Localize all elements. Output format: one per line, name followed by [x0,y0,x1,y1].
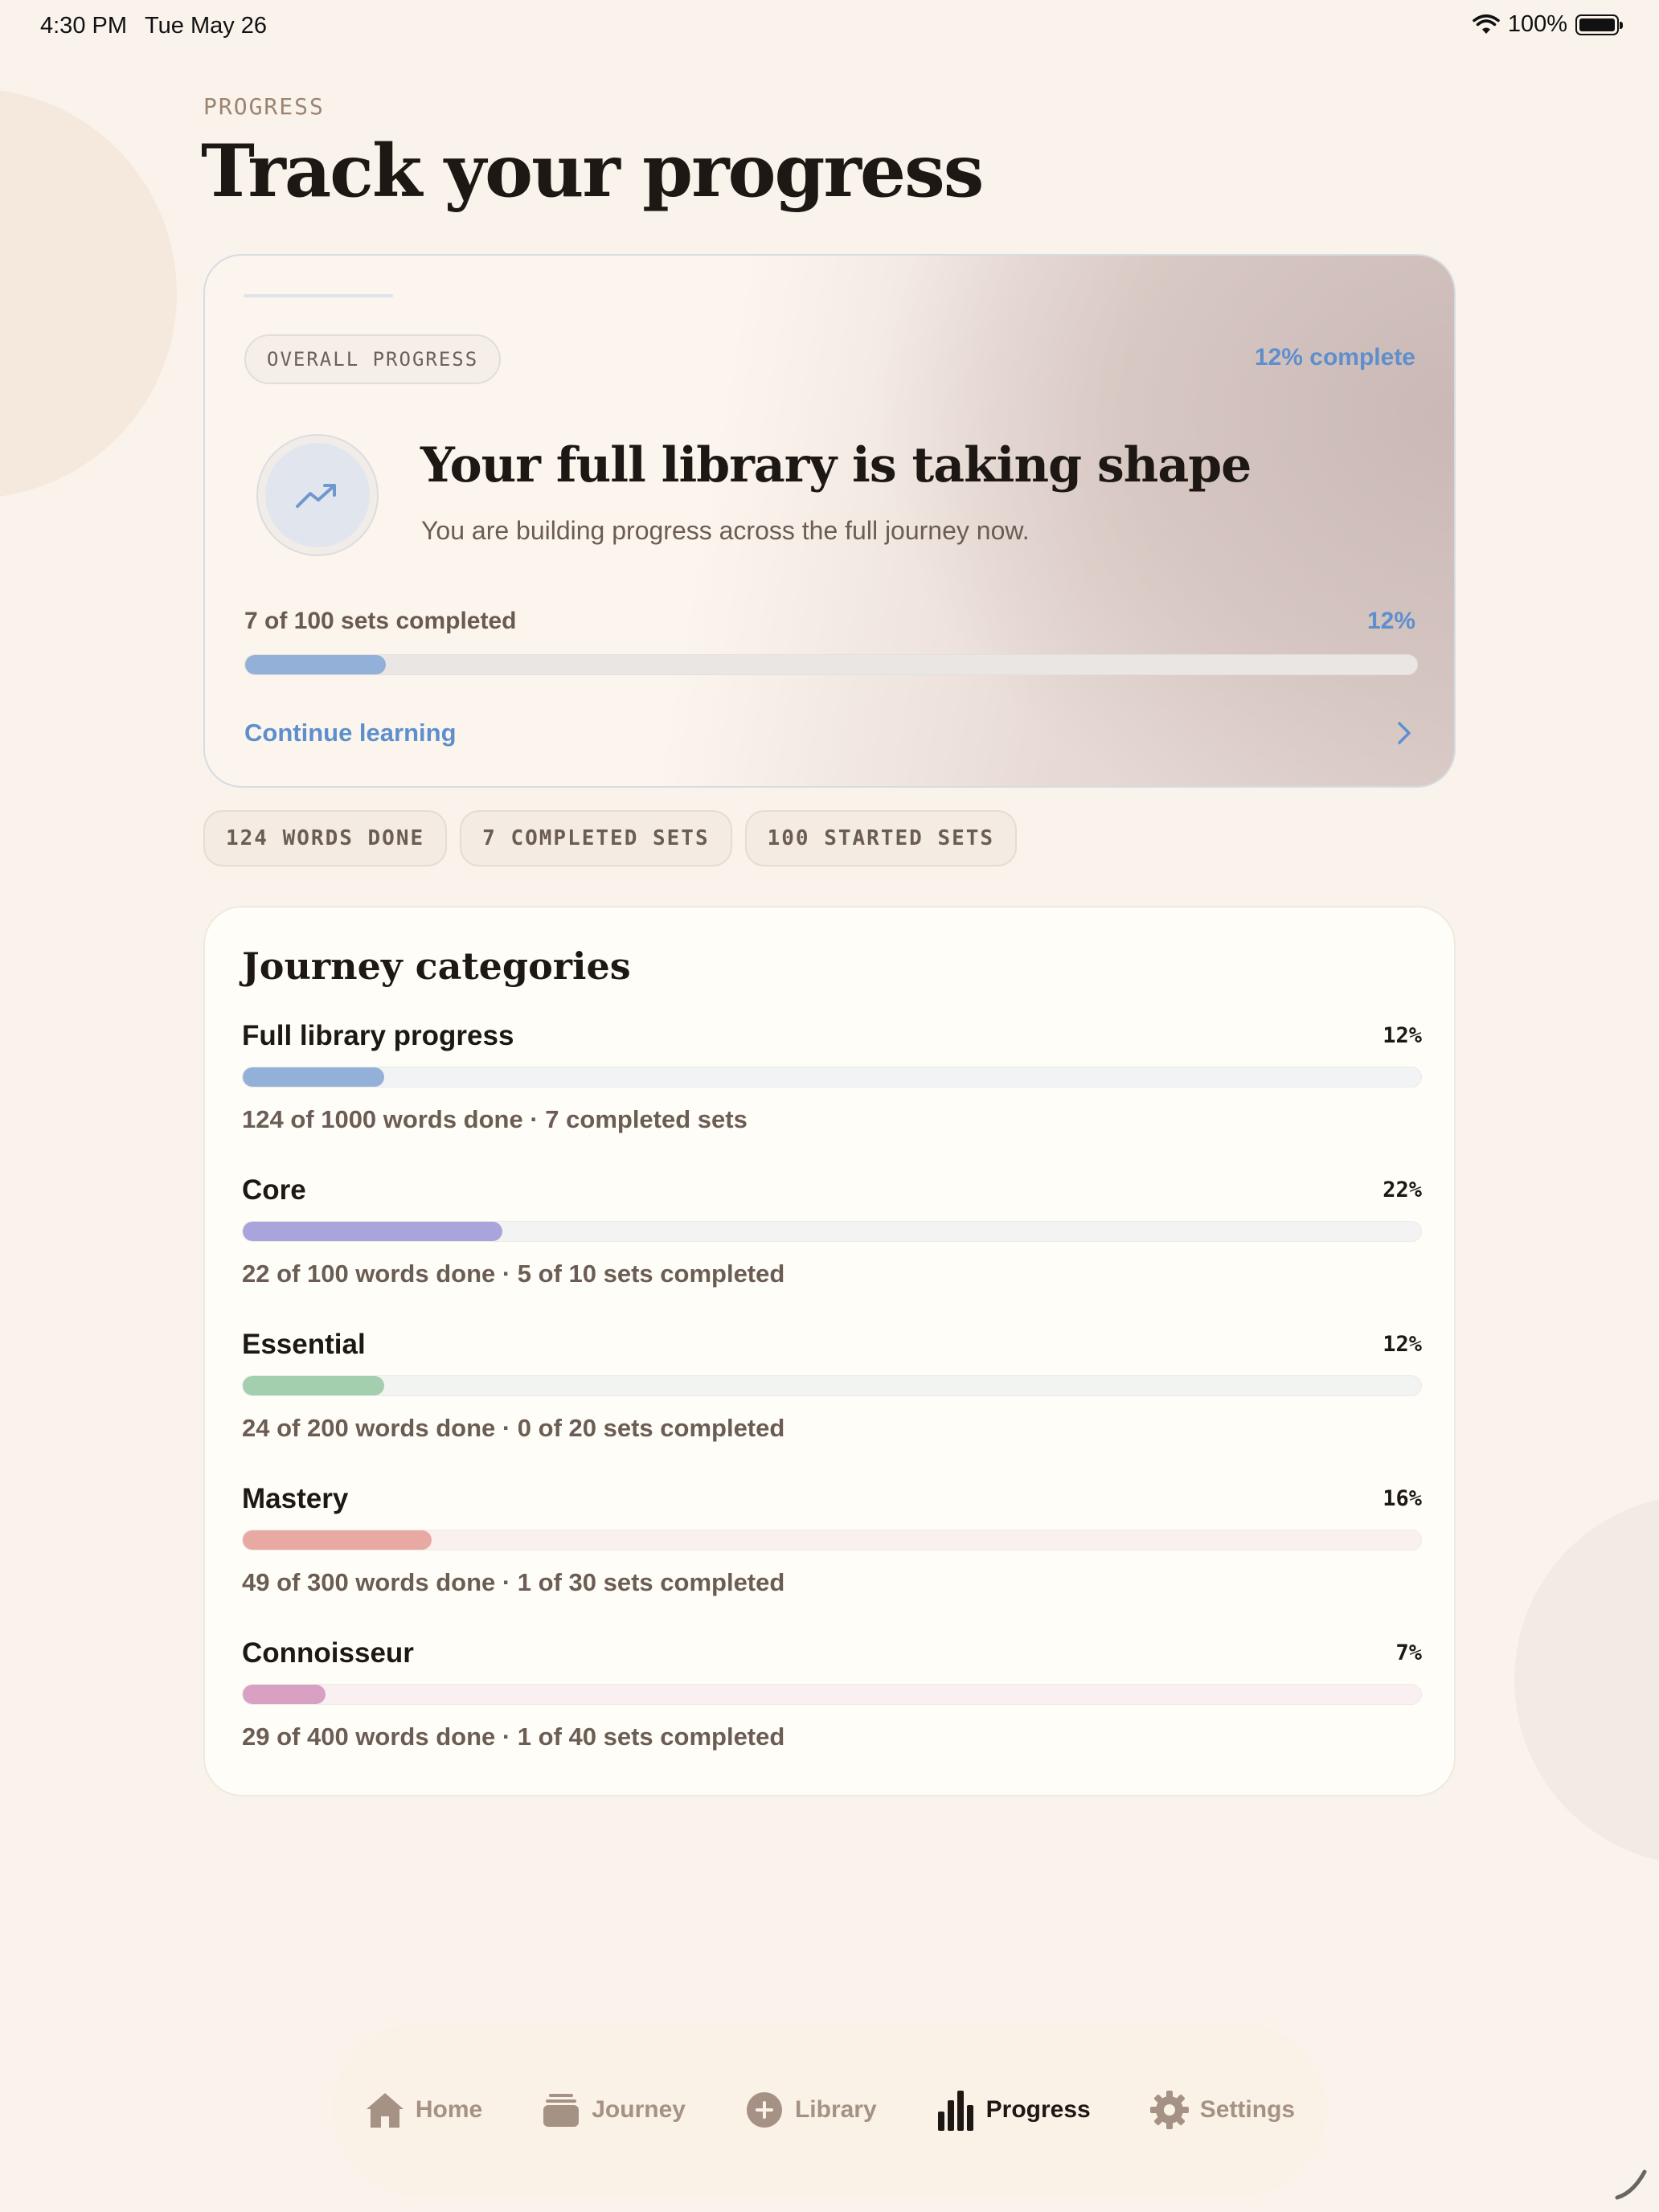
category-percent: 16% [1382,1486,1422,1511]
gear-icon [1149,2089,1190,2131]
section-eyebrow: PROGRESS [203,93,325,120]
category-progress-fill [243,1685,326,1704]
trending-up-icon [296,484,336,508]
category-progress-fill [243,1067,384,1087]
category-name: Full library progress [242,1020,514,1051]
category-progress-fill [243,1222,502,1241]
progress-screen: 4:30 PM Tue May 26 100% PROGRESS Track y… [0,0,1659,2212]
category-progress-fill [243,1376,384,1395]
sets-completed-label: 7 of 100 sets completed [244,608,517,634]
tab-label: Home [415,2096,483,2123]
category-percent: 7% [1395,1641,1422,1665]
category-detail: 49 of 300 words done · 1 of 30 sets comp… [242,1568,785,1596]
decorative-circle [1514,1495,1659,1865]
overall-progress-pill: OVERALL PROGRESS [244,334,502,384]
continue-chevron-button[interactable] [1383,712,1425,754]
card-accent-line [244,294,393,297]
bar-chart-icon [935,2089,977,2131]
tab-settings[interactable]: Settings [1120,2070,1324,2150]
category-percent: 12% [1382,1023,1422,1048]
category-name: Core [242,1174,306,1206]
overall-progress-fill [245,655,386,674]
category-progress-bar [242,1221,1422,1242]
category-percent: 12% [1382,1332,1422,1357]
hero-subtitle: You are building progress across the ful… [421,516,1030,545]
category-detail: 24 of 200 words done · 0 of 20 sets comp… [242,1414,785,1442]
status-date: Tue May 26 [145,13,268,39]
status-indicators: 100% [1473,11,1623,38]
status-time: 4:30 PM [40,13,127,39]
status-bar: 4:30 PM Tue May 26 100% [0,0,1659,51]
category-progress-bar [242,1684,1422,1705]
home-icon [364,2089,406,2131]
percent-complete-label: 12% complete [1254,344,1415,371]
category-row[interactable]: Connoisseur 7% 29 of 400 words done · 1 … [242,1637,1422,1774]
category-progress-bar [242,1067,1422,1088]
completed-sets-chip: 7 COMPLETED SETS [460,810,732,866]
category-row[interactable]: Full library progress 12% 124 of 1000 wo… [242,1020,1422,1157]
plus-circle-icon [743,2089,785,2131]
tab-label: Library [794,2096,877,2123]
started-sets-chip: 100 STARTED SETS [744,810,1018,866]
decorative-circle [0,88,177,498]
tab-journey[interactable]: Journey [511,2070,715,2150]
category-progress-fill [243,1530,432,1550]
overall-percent: 12% [1366,608,1415,634]
stat-chips: 124 WORDS DONE 7 COMPLETED SETS 100 STAR… [203,810,1018,866]
tab-bar: Home Journey Library Progress Settings [333,2024,1326,2196]
words-done-chip: 124 WORDS DONE [203,810,448,866]
category-progress-bar [242,1530,1422,1550]
category-percent: 22% [1382,1178,1422,1202]
battery-icon [1575,14,1623,35]
category-row[interactable]: Mastery 16% 49 of 300 words done · 1 of … [242,1483,1422,1620]
journey-categories-card: Journey categories Full library progress… [203,906,1456,1796]
category-name: Mastery [242,1483,349,1514]
category-name: Essential [242,1329,366,1360]
hero-headline: Your full library is taking shape [420,437,1251,494]
continue-learning-link[interactable]: Continue learning [244,719,457,748]
wifi-icon [1473,14,1500,34]
tab-label: Progress [985,2096,1091,2123]
chevron-right-icon [1398,722,1411,744]
tab-home[interactable]: Home [335,2070,511,2150]
tab-library[interactable]: Library [715,2070,906,2150]
battery-percent: 100% [1507,11,1567,37]
category-row[interactable]: Essential 12% 24 of 200 words done · 0 o… [242,1329,1422,1465]
overall-progress-card: OVERALL PROGRESS 12% complete Your full … [203,254,1456,788]
category-row[interactable]: Core 22% 22 of 100 words done · 5 of 10 … [242,1174,1422,1311]
page-title: Track your progress [201,129,984,214]
trend-badge [256,434,379,556]
category-detail: 22 of 100 words done · 5 of 10 sets comp… [242,1260,785,1288]
categories-title: Journey categories [242,944,631,988]
stack-icon [540,2089,582,2131]
tab-label: Journey [592,2096,686,2123]
tab-label: Settings [1199,2096,1296,2123]
category-name: Connoisseur [242,1637,414,1669]
scroll-handle-icon [1615,2169,1647,2200]
category-detail: 124 of 1000 words done · 7 completed set… [242,1105,748,1133]
overall-progress-bar [244,654,1418,675]
category-detail: 29 of 400 words done · 1 of 40 sets comp… [242,1722,785,1751]
tab-progress[interactable]: Progress [906,2070,1120,2150]
category-progress-bar [242,1375,1422,1396]
